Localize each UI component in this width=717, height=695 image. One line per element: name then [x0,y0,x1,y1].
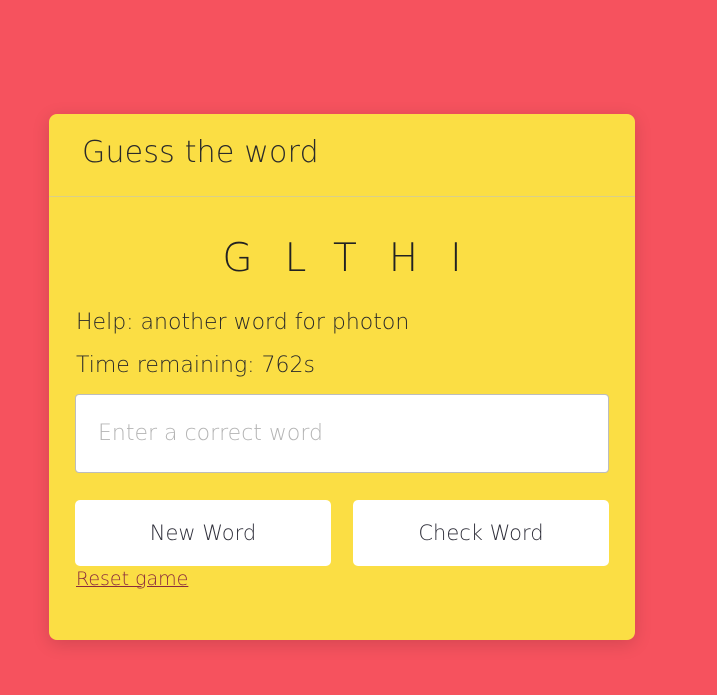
scrambled-letters: GLTHI [222,236,494,281]
new-word-button[interactable]: New Word [75,500,331,566]
time-remaining: Time remaining: 762s [76,353,316,378]
card-header: Guess the word [49,114,635,197]
card-title: Guess the word [82,135,319,170]
word-input[interactable] [75,394,609,473]
reset-game-link[interactable]: Reset game [76,568,188,590]
help-text: Help: another word for photon [76,310,410,335]
check-word-button[interactable]: Check Word [353,500,609,566]
game-card: Guess the word GLTHI Help: another word … [49,114,635,640]
